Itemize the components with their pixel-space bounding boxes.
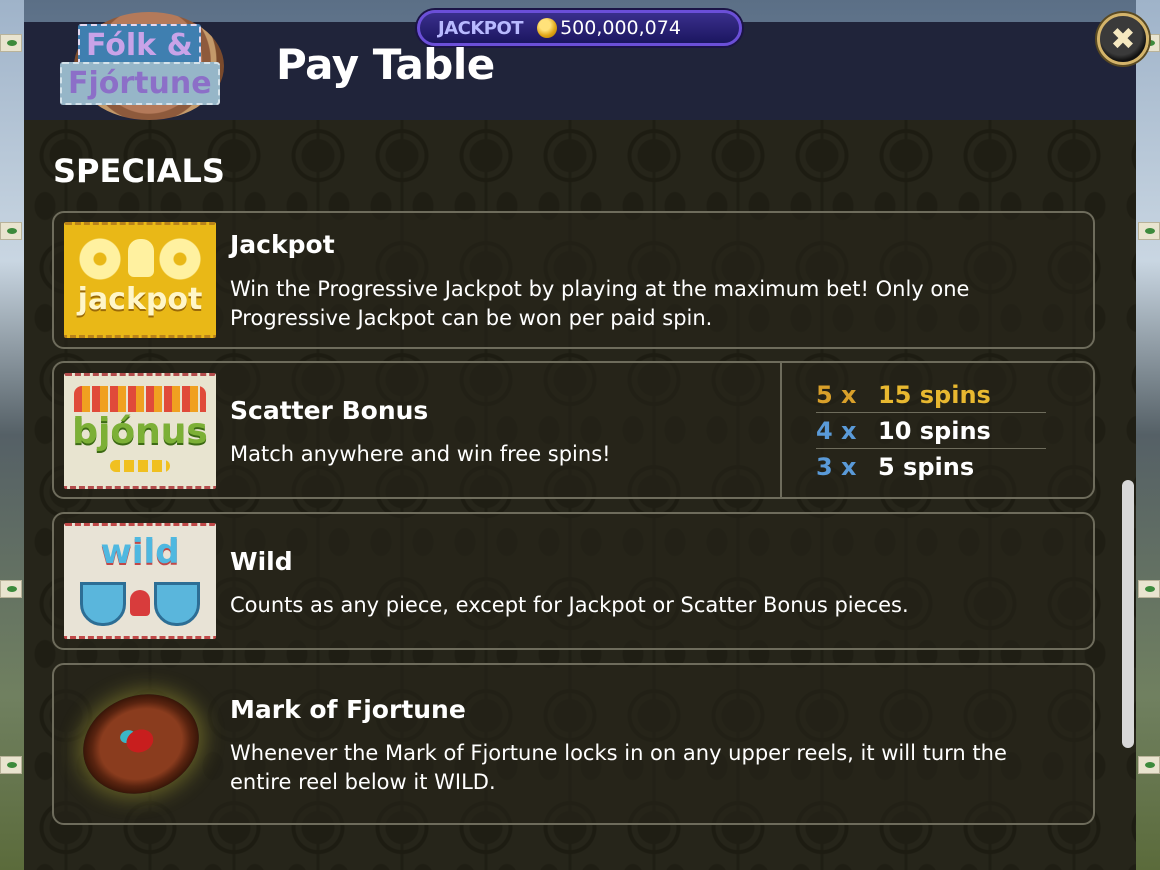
- jackpot-label: JACKPOT: [438, 17, 524, 39]
- spin-count: 15 spins: [878, 380, 991, 409]
- spin-count: 5 spins: [878, 453, 975, 481]
- paytable-card-scatter-bonus: bjónus Scatter Bonus Match anywhere and …: [52, 361, 1095, 499]
- free-spins-row: 5 x 15 spins: [816, 377, 1046, 413]
- divider: [780, 363, 782, 497]
- flower-icon: [158, 237, 202, 281]
- spin-count: 10 spins: [878, 416, 991, 445]
- paytable-card-mark-of-fjortune: Mark of Fjortune Whenever the Mark of Fj…: [52, 663, 1095, 825]
- mark-of-fjortune-icon: [69, 678, 213, 810]
- reel-tile: [0, 756, 22, 774]
- wild-symbol-label: wild: [100, 532, 180, 572]
- jackpot-value: 500,000,074: [560, 17, 681, 39]
- dots-icon: [110, 460, 170, 472]
- card-title: Wild: [230, 547, 293, 576]
- close-button[interactable]: ✖: [1097, 13, 1149, 65]
- bonus-symbol-label: bjónus: [72, 410, 208, 452]
- paytable-card-jackpot: jackpot Jackpot Win the Progressive Jack…: [52, 211, 1095, 349]
- free-spins-row: 4 x 10 spins: [816, 413, 1046, 449]
- reel-tile: [0, 580, 22, 598]
- close-icon: ✖: [1110, 21, 1136, 57]
- card-title: Jackpot: [230, 230, 335, 259]
- scrollbar[interactable]: [1122, 480, 1134, 748]
- jackpot-symbol-label: jackpot: [77, 282, 203, 317]
- tulips-icon: [74, 386, 206, 412]
- background-scenery-right: [1136, 0, 1160, 870]
- reel-tile: [0, 222, 22, 240]
- coin-icon: [537, 18, 558, 38]
- card-description: Match anywhere and win free spins!: [230, 442, 611, 466]
- flower-icon: [78, 237, 122, 281]
- game-logo: Fólk & Fjórtune: [56, 4, 242, 120]
- spin-multiplier: 3 x: [816, 453, 857, 481]
- background-scenery-left: [0, 0, 24, 870]
- reel-tile: [0, 34, 22, 52]
- spin-multiplier: 5 x: [816, 380, 857, 409]
- card-description: Whenever the Mark of Fjortune locks in o…: [230, 741, 1007, 794]
- reel-tile: [1138, 580, 1160, 598]
- card-description: Win the Progressive Jackpot by playing a…: [230, 277, 970, 330]
- reel-tile: [1138, 756, 1160, 774]
- owl-icon: [128, 239, 154, 277]
- wild-symbol-icon: wild: [64, 523, 216, 639]
- card-title: Scatter Bonus: [230, 396, 429, 425]
- bonus-symbol-icon: bjónus: [64, 373, 216, 489]
- bird-icon: [80, 582, 126, 626]
- paytable-card-wild: wild Wild Counts as any piece, except fo…: [52, 512, 1095, 650]
- section-title: SPECIALS: [53, 152, 225, 190]
- card-description: Counts as any piece, except for Jackpot …: [230, 593, 909, 617]
- jackpot-symbol-icon: jackpot: [64, 222, 216, 338]
- page-title: Pay Table: [276, 40, 495, 89]
- free-spins-table: 5 x 15 spins 4 x 10 spins 3 x 5 spins: [816, 377, 1046, 485]
- spin-multiplier: 4 x: [816, 416, 857, 445]
- card-title: Mark of Fjortune: [230, 695, 466, 724]
- logo-line-1: Fólk &: [78, 24, 201, 67]
- tulip-icon: [130, 590, 150, 616]
- bird-icon: [154, 582, 200, 626]
- logo-line-2: Fjórtune: [60, 62, 220, 105]
- reel-tile: [1138, 222, 1160, 240]
- free-spins-row: 3 x 5 spins: [816, 449, 1046, 485]
